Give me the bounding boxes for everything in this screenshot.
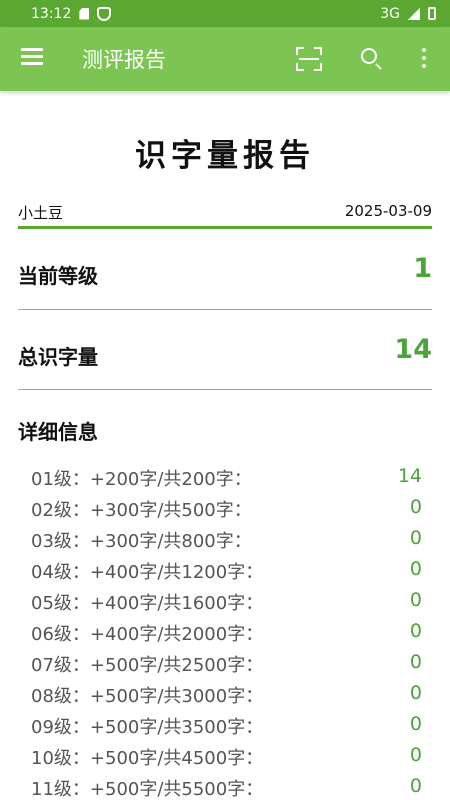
level-label: 09级：+500字/共3500字： <box>31 717 264 738</box>
status-time: 13:12 <box>31 5 72 22</box>
header-divider <box>18 226 432 229</box>
level-label: 04级：+400字/共1200字： <box>31 562 264 583</box>
level-count: 0 <box>409 682 422 704</box>
report-meta: 小土豆 2025-03-09 <box>18 202 432 222</box>
level-row: 08级：+500字/共3000字： 0 <box>0 682 450 713</box>
current-level-label: 当前等级 <box>18 264 98 288</box>
menu-icon[interactable] <box>21 48 43 68</box>
level-label: 05级：+400字/共1600字： <box>31 593 264 614</box>
status-bar: 13:12 3G <box>0 0 450 27</box>
shield-icon <box>97 6 112 21</box>
level-label: 11级：+500字/共5500字： <box>31 779 264 800</box>
level-row: 09级：+500字/共3500字： 0 <box>0 713 450 744</box>
app-bar: 测评报告 <box>0 27 450 91</box>
level-divider <box>18 309 432 310</box>
search-icon[interactable] <box>361 48 383 70</box>
user-name: 小土豆 <box>18 204 64 222</box>
level-row: 05级：+400字/共1600字： 0 <box>0 589 450 620</box>
more-vertical-icon[interactable] <box>421 48 427 70</box>
level-count: 14 <box>397 465 422 487</box>
level-row: 11级：+500字/共5500字： 0 <box>0 775 450 800</box>
network-type: 3G <box>380 5 400 22</box>
sd-card-icon <box>79 7 90 20</box>
level-row: 01级：+200字/共200字： 14 <box>0 465 450 496</box>
total-divider <box>18 389 432 390</box>
status-left: 13:12 <box>31 5 112 22</box>
app-title: 测评报告 <box>82 48 166 72</box>
level-label: 10级：+500字/共4500字： <box>31 748 264 769</box>
level-count: 0 <box>409 744 422 766</box>
battery-icon <box>428 7 436 20</box>
level-label: 01级：+200字/共200字： <box>31 469 252 490</box>
level-label: 06级：+400字/共2000字： <box>31 624 264 645</box>
level-count: 0 <box>409 775 422 797</box>
level-count: 0 <box>409 713 422 735</box>
level-label: 03级：+300字/共800字： <box>31 531 252 552</box>
level-count: 0 <box>409 651 422 673</box>
report-date: 2025-03-09 <box>344 202 432 220</box>
level-label: 02级：+300字/共500字： <box>31 500 252 521</box>
level-row: 04级：+400字/共1200字： 0 <box>0 558 450 589</box>
status-right: 3G <box>380 6 436 22</box>
level-count: 0 <box>409 589 422 611</box>
total-chars-label: 总识字量 <box>18 345 98 369</box>
report-title: 识字量报告 <box>135 138 315 174</box>
details-heading: 详细信息 <box>18 420 98 444</box>
level-label: 08级：+500字/共3000字： <box>31 686 264 707</box>
current-level-value: 1 <box>413 253 432 284</box>
level-row: 02级：+300字/共500字： 0 <box>0 496 450 527</box>
level-count: 0 <box>409 496 422 518</box>
level-row: 10级：+500字/共4500字： 0 <box>0 744 450 775</box>
signal-icon <box>408 7 420 20</box>
level-row: 03级：+300字/共800字： 0 <box>0 527 450 558</box>
scan-icon[interactable] <box>296 47 322 71</box>
level-count: 0 <box>409 527 422 549</box>
level-count: 0 <box>409 558 422 580</box>
level-count: 0 <box>409 620 422 642</box>
total-chars-value: 14 <box>394 334 432 365</box>
level-label: 07级：+500字/共2500字： <box>31 655 264 676</box>
level-row: 07级：+500字/共2500字： 0 <box>0 651 450 682</box>
level-row: 06级：+400字/共2000字： 0 <box>0 620 450 651</box>
